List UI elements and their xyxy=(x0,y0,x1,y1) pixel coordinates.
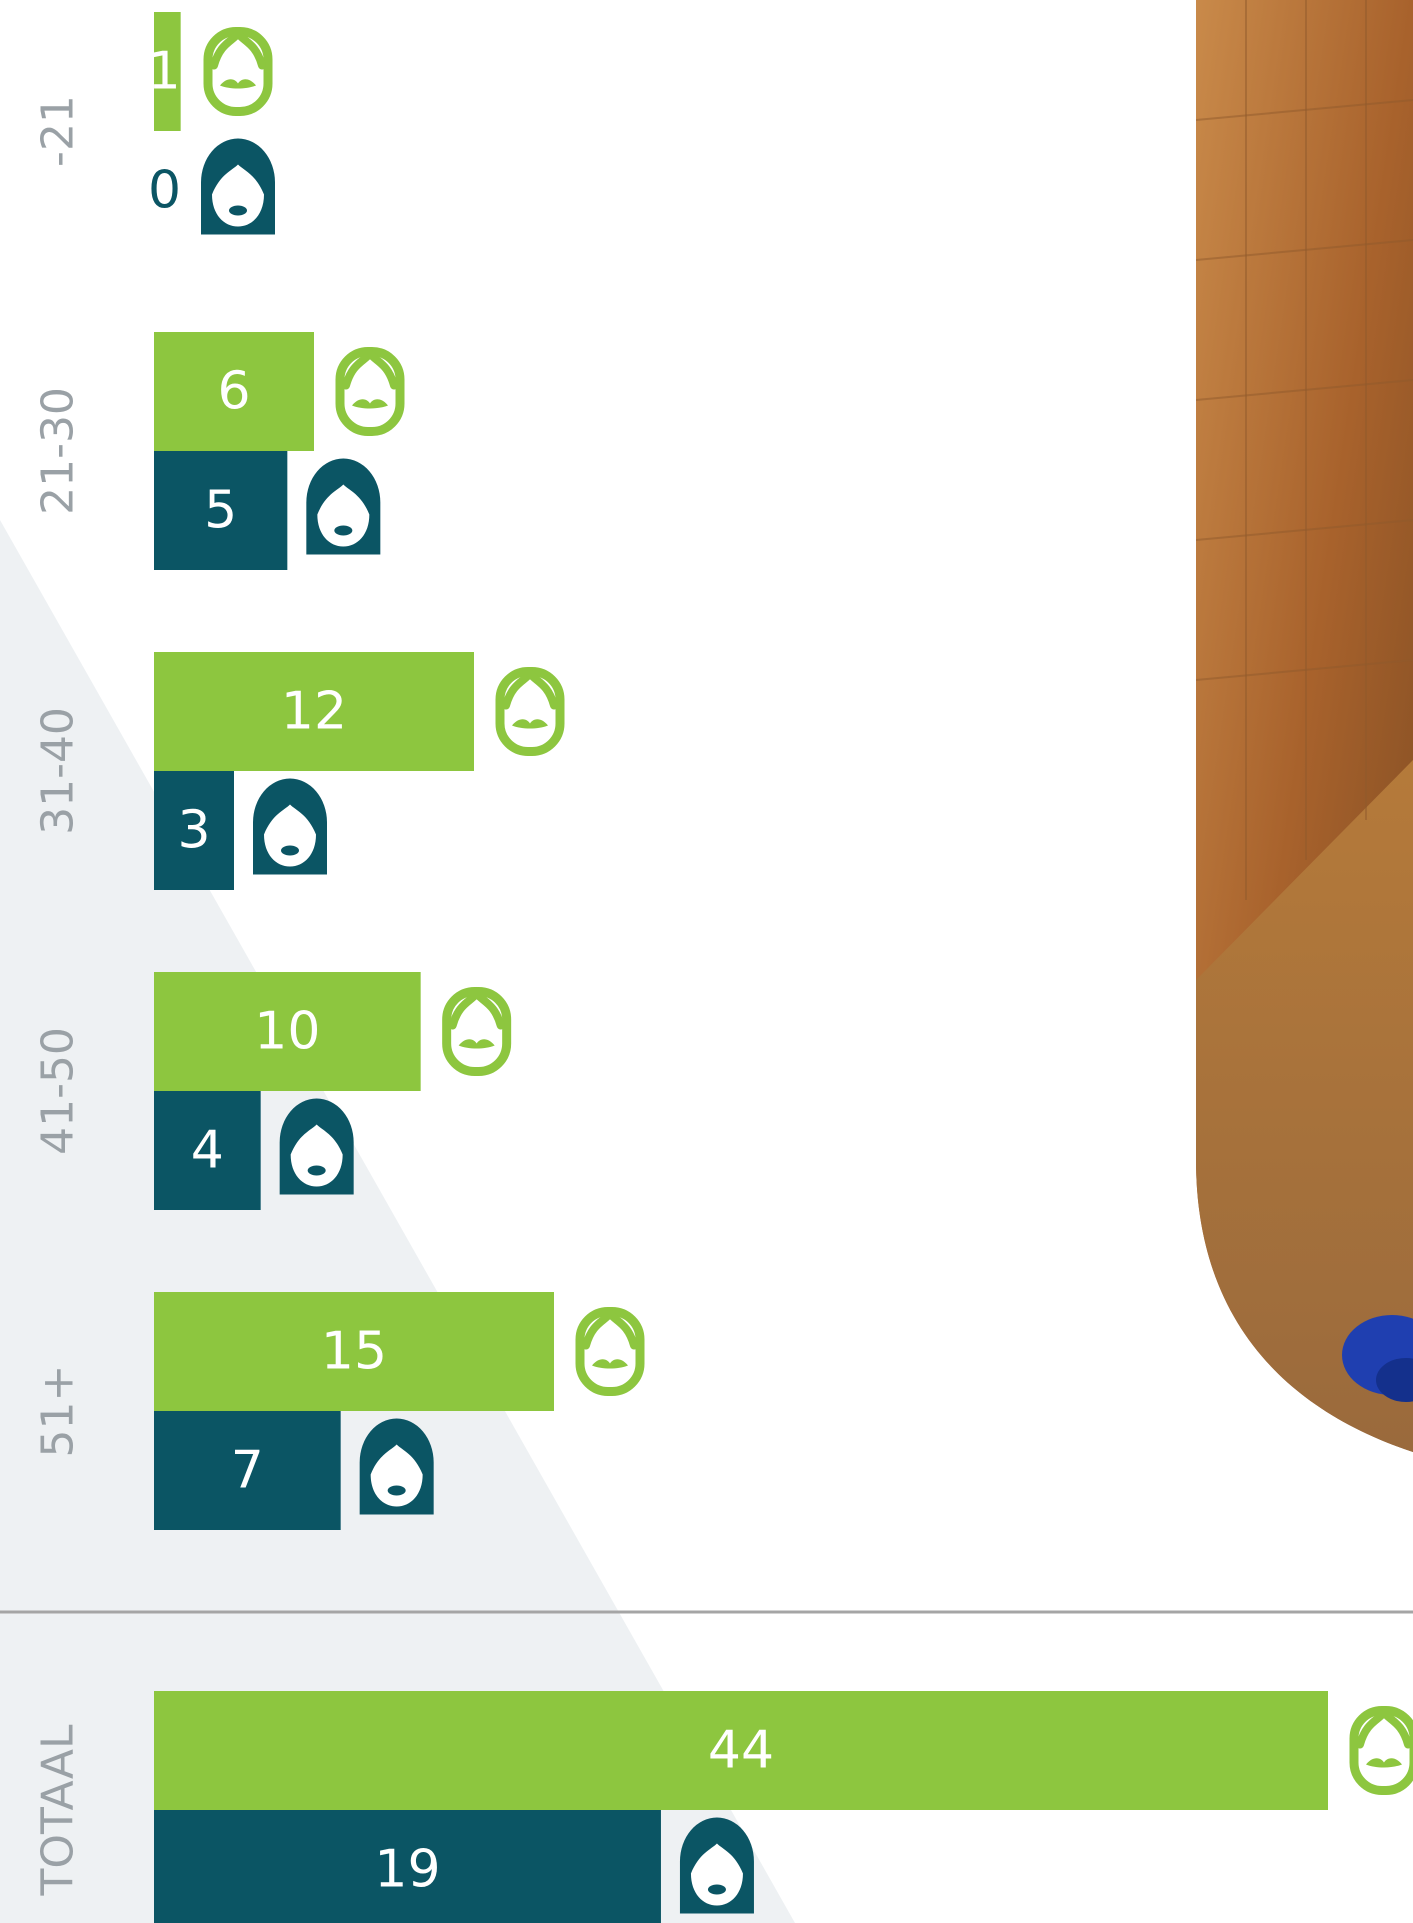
female-value-label: 19 xyxy=(374,1840,440,1900)
male-value-label: 15 xyxy=(321,1322,387,1382)
male-face-icon xyxy=(575,1306,645,1396)
female-face-icon xyxy=(359,1418,434,1515)
female-face-icon xyxy=(306,458,381,555)
age-gender-bar-chart: -211021-30 6531-40 12341-50 10451+157TOTAAL… xyxy=(0,12,1413,1923)
male-face-icon xyxy=(1349,1705,1413,1795)
male-face-icon xyxy=(335,346,405,436)
female-value-label: 7 xyxy=(231,1441,264,1501)
male-value-label: 12 xyxy=(281,682,347,742)
male-value-label: 6 xyxy=(217,362,250,422)
male-face-icon xyxy=(442,986,512,1076)
male-value-label: 1 xyxy=(148,42,181,102)
male-value-label: 44 xyxy=(708,1721,774,1781)
age-group-label: 51+ xyxy=(33,1365,84,1458)
female-value-label: 3 xyxy=(177,801,210,861)
age-group-label: 21-30 xyxy=(33,387,84,515)
total-label: TOTAAL xyxy=(33,1724,84,1896)
male-face-icon xyxy=(495,666,565,756)
female-value-label: 0 xyxy=(148,161,181,221)
age-group-label: 41-50 xyxy=(33,1027,84,1155)
age-group-label: -21 xyxy=(33,95,84,167)
female-face-icon xyxy=(253,778,327,875)
male-value-label: 10 xyxy=(254,1002,320,1062)
female-face-icon xyxy=(279,1098,354,1195)
female-face-icon xyxy=(679,1817,754,1914)
female-face-icon xyxy=(201,138,275,235)
female-value-label: 5 xyxy=(204,481,237,541)
age-group-label: 31-40 xyxy=(33,707,84,835)
male-face-icon xyxy=(203,26,273,116)
female-value-label: 4 xyxy=(191,1121,224,1181)
